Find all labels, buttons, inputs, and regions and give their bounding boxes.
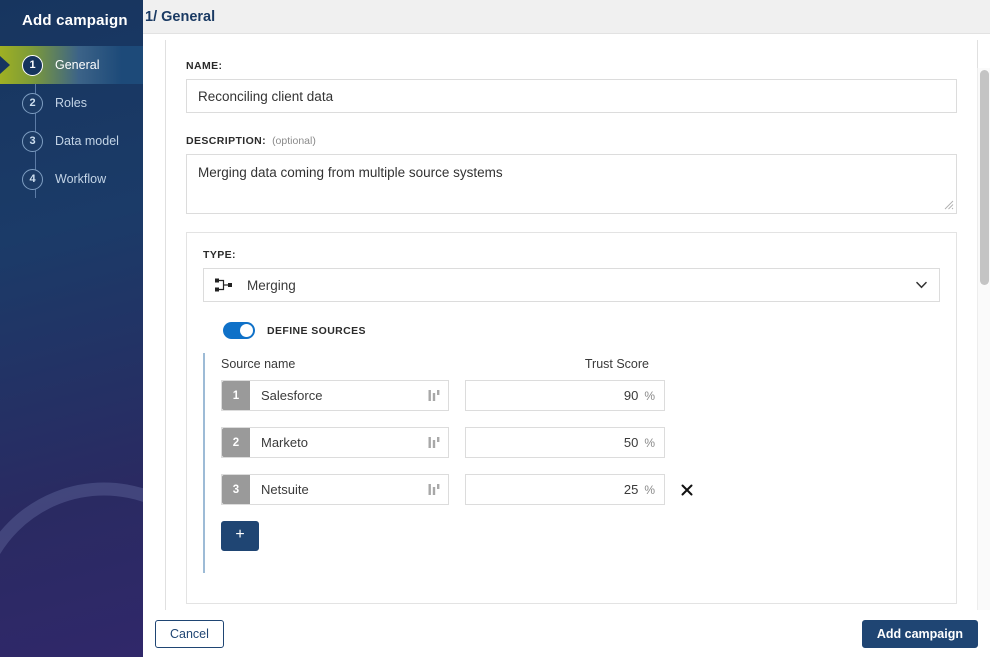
form-scroll-region: NAME: DESCRIPTION: (optional) (143, 34, 990, 610)
type-label: TYPE: (203, 249, 940, 261)
trust-score-field-2[interactable]: 50 % (465, 427, 665, 458)
description-optional-text: (optional) (272, 135, 316, 147)
wizard-steps: 1 General 2 Roles 3 Data model 4 Workflo… (0, 46, 143, 198)
add-source-button[interactable]: + (221, 521, 259, 551)
percent-symbol: % (644, 388, 655, 403)
sidebar-step-roles[interactable]: 2 Roles (0, 84, 143, 160)
step-label-data-model: Data model (55, 134, 119, 148)
decorative-award-medal-icon (0, 482, 143, 555)
trust-score-field-3[interactable]: 25 % (465, 474, 665, 505)
description-label-text: DESCRIPTION: (186, 135, 267, 147)
name-label-text: NAME: (186, 60, 223, 72)
step-header: 1/ General (143, 0, 990, 34)
wizard-main-panel: 1/ General NAME: DESCRIPTION: (optional) (143, 0, 990, 657)
merge-icon (215, 278, 232, 292)
percent-symbol: % (644, 482, 655, 497)
campaign-description-textarea[interactable] (186, 154, 957, 214)
trust-score-value-2: 50 (623, 435, 639, 450)
general-form-card: NAME: DESCRIPTION: (optional) (165, 40, 978, 610)
remove-source-button-3[interactable] (679, 482, 695, 498)
sidebar-step-workflow[interactable]: 4 Workflow (0, 160, 143, 198)
step-number-2: 2 (22, 92, 43, 114)
define-sources-toggle[interactable] (223, 322, 255, 339)
step-number-1: 1 (22, 54, 43, 76)
trust-score-value-1: 90 (623, 388, 639, 403)
source-name-field-2[interactable]: 2 Marketo (221, 427, 449, 458)
type-label-text: TYPE: (203, 249, 236, 261)
source-name-field-3[interactable]: 3 Netsuite (221, 474, 449, 505)
sources-table-header: Source name Trust Score (221, 357, 940, 371)
source-name-value-1: Salesforce (261, 388, 323, 403)
trust-score-value-3: 25 (623, 482, 639, 497)
description-field-wrapper (186, 154, 957, 214)
percent-symbol: % (644, 435, 655, 450)
sidebar-title: Add campaign (22, 12, 128, 29)
source-name-value-3: Netsuite (261, 482, 309, 497)
source-bars-icon[interactable] (428, 483, 440, 497)
step-label-general: General (55, 58, 100, 72)
chevron-down-icon[interactable] (916, 281, 927, 289)
table-row: 3 Netsuite 25 % (221, 474, 940, 505)
source-index-badge-3: 3 (222, 475, 250, 504)
scrollbar-thumb[interactable] (980, 70, 989, 285)
table-row: 2 Marketo 50 % (221, 427, 940, 458)
sidebar-step-general[interactable]: 1 General (0, 46, 143, 122)
step-label-roles: Roles (55, 96, 87, 110)
source-bars-icon[interactable] (428, 389, 440, 403)
sidebar-step-data-model[interactable]: 3 Data model (0, 122, 143, 198)
description-label: DESCRIPTION: (optional) (186, 135, 957, 147)
name-label: NAME: (186, 60, 957, 72)
source-bars-icon[interactable] (428, 436, 440, 450)
campaign-type-value: Merging (247, 277, 296, 293)
define-sources-toggle-row: DEFINE SOURCES (203, 322, 940, 339)
table-row: 1 Salesforce 90 % (221, 380, 940, 411)
source-name-field-1[interactable]: 1 Salesforce (221, 380, 449, 411)
add-campaign-wizard: Add campaign 1 General 2 Roles 3 Data mo… (0, 0, 990, 657)
close-icon (681, 484, 693, 495)
step-label-workflow: Workflow (55, 172, 107, 186)
toggle-knob (240, 324, 253, 337)
campaign-type-select[interactable]: Merging (203, 268, 940, 302)
page-title: 1/ General (145, 8, 216, 25)
source-index-badge-1: 1 (222, 381, 250, 410)
add-campaign-button[interactable]: Add campaign (861, 619, 978, 648)
type-panel: TYPE: Merging DEFINE SOURCES Source name… (186, 232, 957, 604)
wizard-sidebar: Add campaign 1 General 2 Roles 3 Data mo… (0, 0, 143, 657)
wizard-footer: Cancel Add campaign (143, 610, 990, 657)
cancel-button[interactable]: Cancel (155, 619, 224, 648)
column-header-source-name: Source name (221, 357, 296, 371)
step-number-4: 4 (22, 168, 43, 190)
trust-score-field-1[interactable]: 90 % (465, 380, 665, 411)
step-number-3: 3 (22, 130, 43, 152)
campaign-name-input[interactable] (186, 79, 957, 113)
define-sources-label: DEFINE SOURCES (267, 324, 366, 337)
source-name-value-2: Marketo (261, 435, 308, 450)
source-index-badge-2: 2 (222, 428, 250, 457)
sources-section: Source name Trust Score 1 Salesforce 90 … (203, 353, 940, 573)
vertical-scrollbar[interactable] (977, 68, 990, 610)
column-header-trust-score: Trust Score (584, 357, 649, 371)
